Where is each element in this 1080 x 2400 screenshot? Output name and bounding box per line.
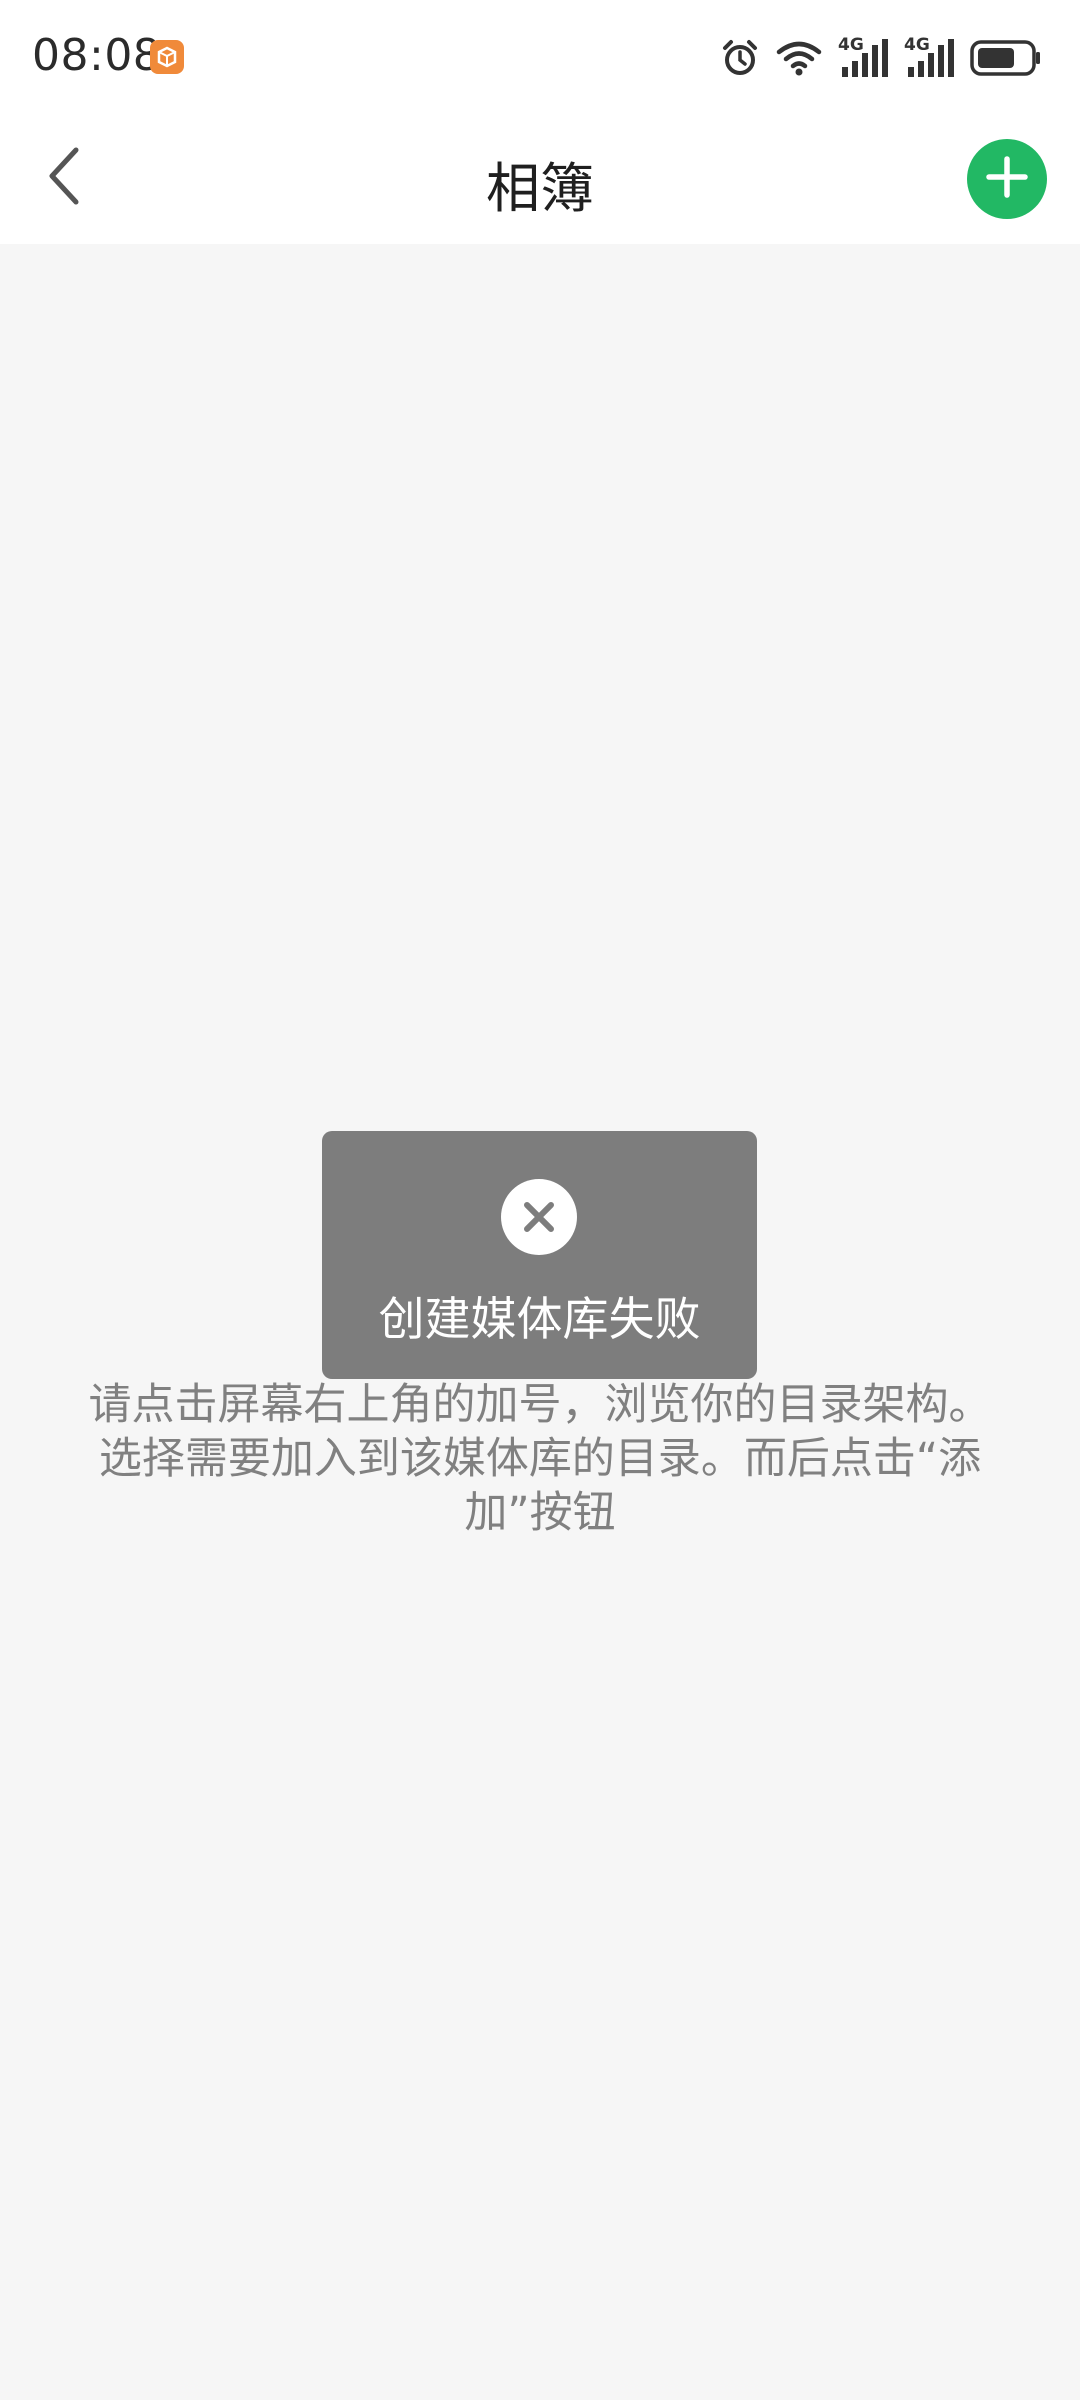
screen: 08:08 4G 4G 相簿 创建媒体库失败 请点击屏幕右上角的加号，浏览你的目… bbox=[0, 0, 1080, 2400]
plus-icon bbox=[985, 155, 1029, 203]
close-circle-icon bbox=[501, 1179, 577, 1255]
page-title: 相簿 bbox=[486, 157, 594, 220]
app-header: 相簿 bbox=[0, 118, 1080, 244]
wifi-icon bbox=[776, 38, 822, 78]
app-notification-icon bbox=[150, 40, 184, 74]
alarm-icon bbox=[720, 38, 760, 78]
status-bar: 08:08 4G 4G bbox=[0, 0, 1080, 118]
back-button[interactable] bbox=[24, 138, 104, 218]
toast-message: 创建媒体库失败 bbox=[378, 1292, 701, 1346]
signal-4g-icon: 4G bbox=[838, 35, 888, 79]
status-icons: 4G 4G bbox=[720, 34, 1042, 82]
chevron-left-icon bbox=[42, 144, 86, 212]
add-button[interactable] bbox=[967, 139, 1047, 219]
battery-icon bbox=[970, 39, 1042, 77]
empty-state-instruction: 请点击屏幕右上角的加号，浏览你的目录架构。选择需要加入到该媒体库的目录。而后点击… bbox=[88, 1380, 992, 1538]
error-toast: 创建媒体库失败 bbox=[322, 1131, 757, 1379]
signal-4g-icon: 4G bbox=[904, 35, 954, 79]
status-time: 08:08 bbox=[32, 30, 162, 81]
